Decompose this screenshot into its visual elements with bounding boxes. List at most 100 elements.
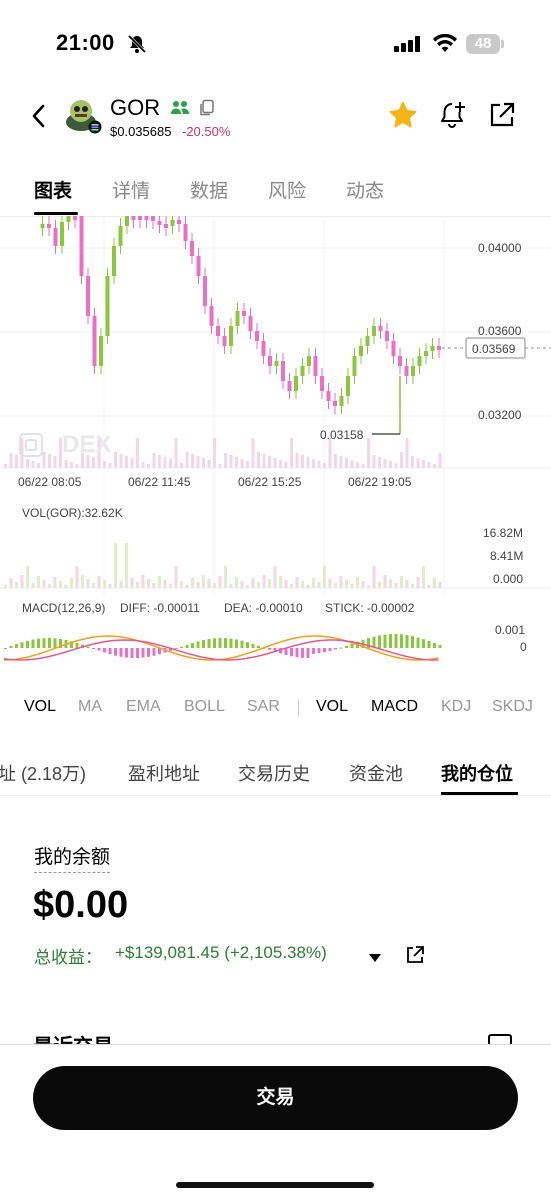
volume-bar bbox=[103, 461, 106, 468]
volume-bar bbox=[169, 584, 172, 588]
volume-bar bbox=[389, 461, 392, 468]
volume-bar bbox=[191, 578, 194, 588]
tab-chart[interactable]: 图表 bbox=[34, 176, 72, 203]
tab-risk[interactable]: 风险 bbox=[268, 176, 306, 203]
token-price: $0.035685 bbox=[110, 124, 172, 139]
macd-bar bbox=[185, 644, 189, 648]
macd-bar bbox=[15, 644, 18, 648]
volume-bar bbox=[75, 464, 79, 468]
macd-bar bbox=[108, 648, 112, 655]
volume-bar bbox=[141, 462, 145, 468]
favorite-star-icon[interactable] bbox=[389, 101, 417, 134]
volume-bar bbox=[317, 582, 321, 588]
volume-bar bbox=[70, 578, 73, 588]
volume-bar bbox=[141, 575, 145, 588]
subtab-my-position[interactable]: 我的仓位 bbox=[441, 760, 513, 786]
share-external-icon[interactable] bbox=[488, 101, 516, 134]
candle bbox=[281, 361, 285, 381]
candle bbox=[235, 311, 240, 326]
volume-bar bbox=[334, 583, 337, 588]
volume-bar bbox=[372, 566, 376, 588]
volume-bar bbox=[235, 577, 238, 588]
tab-data[interactable]: 数据 bbox=[190, 176, 228, 203]
macd-bar bbox=[246, 642, 249, 648]
tab-active-underline bbox=[34, 212, 78, 215]
volume-bar bbox=[202, 575, 205, 588]
volume-bar bbox=[257, 452, 260, 468]
subtab-holders[interactable]: 址 (2.18万) bbox=[0, 760, 86, 786]
volume-bar bbox=[125, 456, 128, 468]
subtab-pool[interactable]: 资金池 bbox=[349, 760, 403, 786]
volume-bar bbox=[323, 566, 326, 588]
volume-bar bbox=[4, 585, 7, 588]
volume-tick: 16.82M bbox=[483, 526, 523, 540]
macd-bar bbox=[438, 644, 442, 648]
signal-icon bbox=[394, 36, 422, 57]
volume-bar bbox=[48, 584, 51, 588]
candle bbox=[112, 246, 116, 276]
volume-bar bbox=[108, 463, 112, 468]
indicator-macd[interactable]: MACD bbox=[371, 698, 418, 716]
indicator-ema[interactable]: EMA bbox=[126, 698, 161, 716]
volume-bar bbox=[152, 453, 156, 468]
time-tick: 06/22 08:05 bbox=[18, 475, 82, 489]
volume-bar bbox=[422, 566, 425, 588]
volume-bar bbox=[411, 456, 414, 468]
volume-bar bbox=[229, 584, 233, 588]
indicator-sub-vol[interactable]: VOL bbox=[316, 698, 348, 716]
volume-bar bbox=[273, 458, 277, 468]
external-link-icon[interactable] bbox=[405, 945, 425, 970]
tab-activity[interactable]: 动态 bbox=[346, 176, 384, 203]
indicator-sar[interactable]: SAR bbox=[247, 698, 280, 716]
volume-bar bbox=[339, 456, 343, 468]
back-icon[interactable] bbox=[30, 102, 48, 135]
bell-off-icon bbox=[126, 33, 148, 60]
candle bbox=[398, 356, 402, 366]
candle bbox=[391, 341, 396, 356]
volume-bar bbox=[372, 455, 376, 468]
copy-icon[interactable] bbox=[198, 99, 216, 122]
volume-bar bbox=[427, 462, 431, 468]
candle bbox=[170, 220, 175, 226]
macd-bar bbox=[422, 639, 425, 648]
macd-bar bbox=[48, 638, 51, 648]
candle bbox=[86, 276, 90, 316]
time-tick: 06/22 15:25 bbox=[238, 475, 302, 489]
candle bbox=[261, 341, 266, 356]
indicator-ma[interactable]: MA bbox=[78, 698, 102, 716]
holders-icon[interactable] bbox=[170, 100, 190, 121]
candle bbox=[164, 224, 168, 228]
caret-down-icon[interactable] bbox=[368, 950, 382, 968]
tab-details[interactable]: 详情 bbox=[112, 176, 150, 203]
indicator-boll[interactable]: BOLL bbox=[184, 698, 225, 716]
subtab-profit-addresses[interactable]: 盈利地址 bbox=[128, 760, 200, 786]
candle bbox=[53, 228, 58, 246]
balance-label[interactable]: 我的余额 bbox=[34, 842, 111, 873]
trade-button[interactable]: 交易 bbox=[33, 1066, 518, 1130]
price-chart[interactable]: DEX 0.04000 0.03600 0.03200 0.03569 0.03… bbox=[0, 216, 551, 686]
macd-bar bbox=[301, 648, 304, 658]
token-name: GOR bbox=[110, 95, 161, 120]
price-alert-bell-icon[interactable] bbox=[438, 100, 468, 135]
indicator-vol[interactable]: VOL bbox=[24, 698, 56, 716]
macd-bar bbox=[37, 638, 40, 648]
volume-bar bbox=[394, 463, 398, 468]
macd-bar bbox=[383, 634, 387, 648]
volume-bar bbox=[59, 581, 62, 588]
candle bbox=[229, 326, 233, 346]
indicator-kdj[interactable]: KDJ bbox=[441, 698, 471, 716]
candle bbox=[242, 311, 246, 316]
balance-value: $0.00 bbox=[33, 884, 129, 926]
volume-bar bbox=[174, 566, 178, 588]
macd-bar bbox=[411, 636, 414, 648]
indicator-skdj[interactable]: SKDJ bbox=[492, 698, 533, 716]
candle bbox=[73, 216, 77, 220]
volume-bar bbox=[147, 464, 150, 468]
volume-bar bbox=[246, 585, 249, 588]
candle bbox=[144, 216, 149, 220]
volume-bar bbox=[196, 582, 200, 588]
subtab-trade-history[interactable]: 交易历史 bbox=[238, 760, 310, 786]
volume-title: VOL(GOR):32.62K bbox=[22, 506, 123, 520]
volume-bar bbox=[229, 455, 233, 468]
candle bbox=[307, 356, 311, 366]
